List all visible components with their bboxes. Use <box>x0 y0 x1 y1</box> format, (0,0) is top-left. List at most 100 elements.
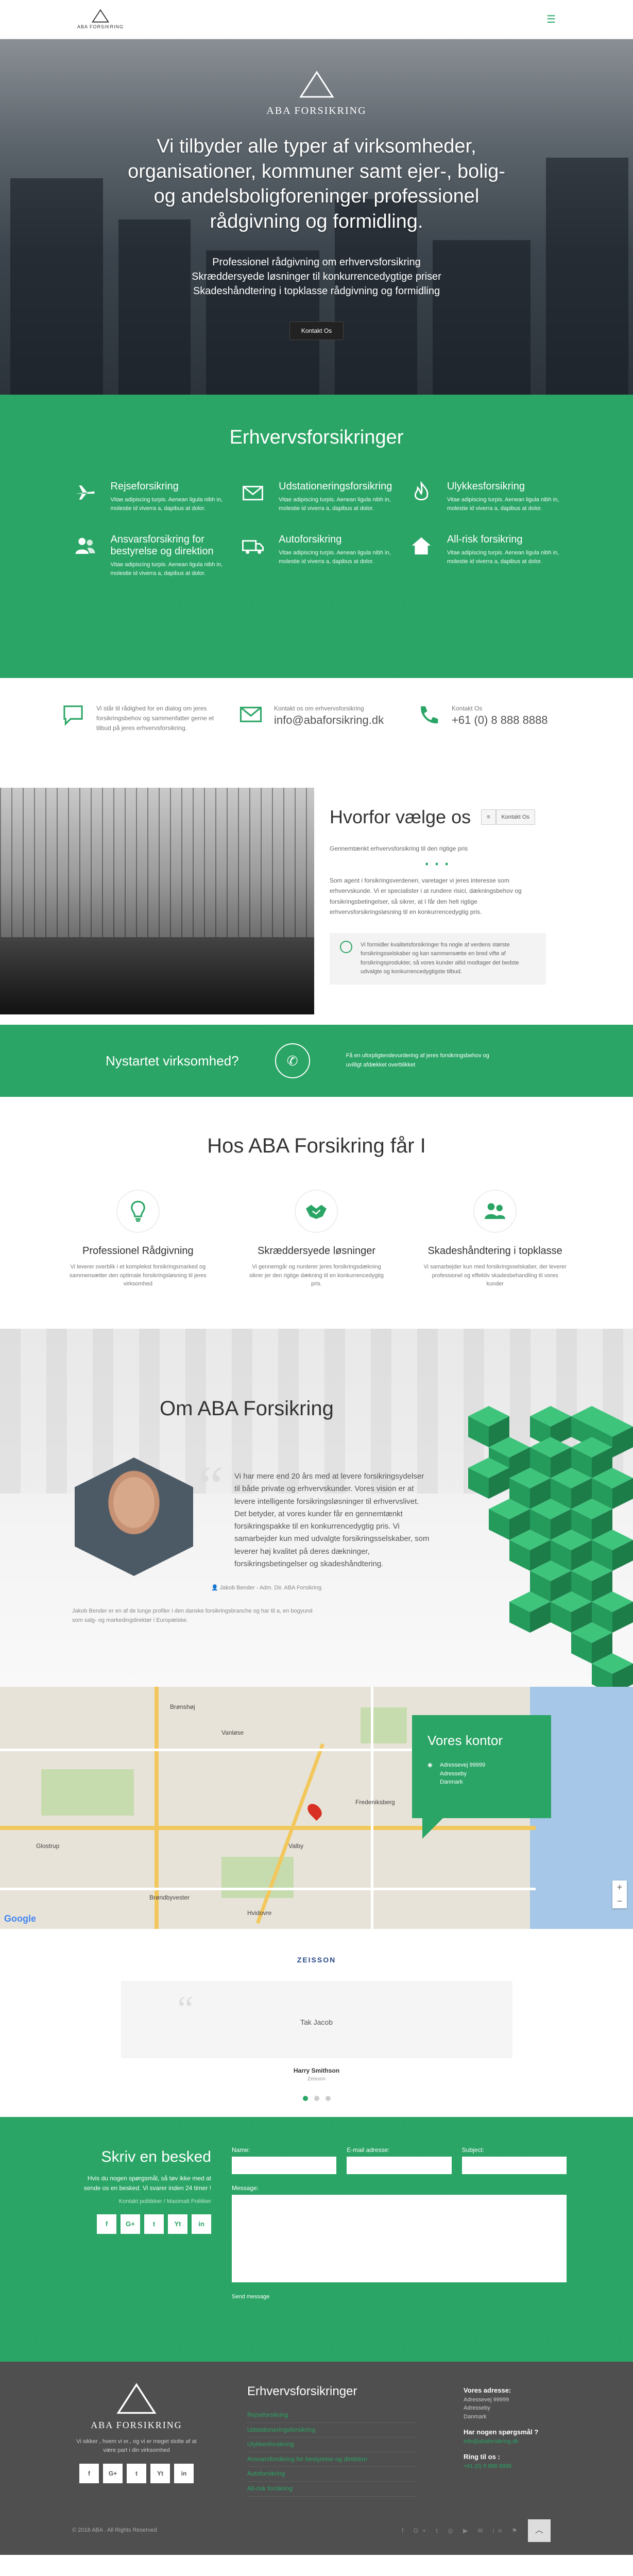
hero-contact-button[interactable]: Kontakt Os <box>289 321 344 340</box>
benefit-item: Skræddersyede løsninger Vi gennemgår og … <box>227 1190 406 1289</box>
footer-phone-title: Ring til os : <box>464 2453 500 2461</box>
service-item[interactable]: All-risk forsikring Vitae adipiscing turp… <box>406 534 564 578</box>
form-text: Hvis du nogen spørgsmål, så tøv ikke med… <box>83 2175 211 2192</box>
hero-logo-text: ABA FORSIKRING <box>266 105 367 116</box>
benefit-item: Professionel Rådgivning Vi leverer overb… <box>49 1190 228 1289</box>
contact-email[interactable]: info@abaforsikring.dk <box>274 714 384 727</box>
why-lead: Gennemtænkt erhvervsforsikring til den r… <box>330 845 468 852</box>
office-box: Vores kontor Adressevej 99999 Adresseby … <box>412 1715 551 1839</box>
email-input[interactable] <box>347 2157 452 2174</box>
service-item[interactable]: Ansvarsforsikring for bestyrelse og dire… <box>70 534 228 578</box>
zoom-out-button[interactable]: − <box>612 1894 627 1908</box>
testimonial-section: ZEISSON “ Tak Jacob Harry Smithson Zeiss… <box>0 1929 633 2117</box>
footer-tagline: Vi sikker , hvem vi er., og vi er meget … <box>76 2438 197 2453</box>
testimonial-card: “ Tak Jacob <box>121 1981 512 2058</box>
contact-text: Vi står til rådighed for en dialog om je… <box>96 705 214 732</box>
client-logo: ZEISSON <box>297 1956 336 1964</box>
map-pin-icon[interactable] <box>304 1801 325 1821</box>
why-body: Som agent i forsikringsverdenen, varetag… <box>330 877 522 916</box>
hamburger-icon[interactable]: ☰ <box>546 12 556 27</box>
chat-icon <box>63 705 83 726</box>
truck-icon <box>242 540 264 554</box>
form-policy-link[interactable]: Kontakt politikker / Maximalt Politiker <box>72 2197 211 2207</box>
copyright: © 2018 ABA . All Rights Reserved <box>72 2527 157 2533</box>
footer-logo-text: ABA FORSIKRING <box>91 2420 182 2430</box>
map-zoom-controls[interactable]: + − <box>612 1880 627 1908</box>
subject-label: Subject: <box>461 2146 485 2154</box>
quote-mark-icon: “ <box>198 1454 224 1517</box>
hero-line: Skræddersyede løsninger til konkurrenced… <box>192 270 441 282</box>
footer-address-title: Vores adresse: <box>464 2386 511 2394</box>
benefit-title: Skadeshåndtering i topklasse <box>427 1245 562 1257</box>
startup-title: Nystartet virksomhed? <box>106 1053 239 1069</box>
linkedin-icon[interactable]: in <box>174 2464 194 2483</box>
youtube-icon[interactable]: Yt <box>150 2464 170 2483</box>
services-title: Erhvervsforsikringer <box>229 427 404 448</box>
map-label: Valby <box>288 1842 304 1850</box>
service-item[interactable]: Rejseforsikring Vitae adipiscing turpis. … <box>70 481 228 513</box>
header-logo[interactable]: ABA FORSIKRING <box>77 8 124 31</box>
phone-icon[interactable]: ✆ <box>275 1043 310 1078</box>
hero-title: Vi tilbyder alle typer af virksomheder, … <box>128 135 505 232</box>
service-item[interactable]: Autoforsikring Vitae adipiscing turpis. A… <box>237 534 396 578</box>
benefit-title: Skræddersyede løsninger <box>257 1245 375 1257</box>
startup-text: Få en uforpligtendevurdering af jeres fo… <box>346 1053 489 1068</box>
carousel-dot[interactable] <box>302 2096 308 2101</box>
footer-icon-row[interactable]: f G+ t ◎ ▶ ✉ in ⚑ <box>402 2526 521 2535</box>
phone-icon <box>421 706 438 724</box>
message-textarea[interactable] <box>232 2195 567 2282</box>
footer-phone[interactable]: +61 (0) 8 888 8888 <box>464 2462 538 2471</box>
subject-input[interactable] <box>461 2157 567 2174</box>
carousel-dot[interactable] <box>325 2096 331 2101</box>
hero-line: Skadeshåndtering i topklasse rådgivning … <box>193 285 440 297</box>
why-menu-icon[interactable]: ≡ <box>481 809 496 825</box>
footer-menu-item[interactable]: Udstationeringsforsikring <box>247 2423 417 2438</box>
email-label: E-mail adresse: <box>347 2146 390 2154</box>
airplane-icon <box>75 485 94 500</box>
zoom-in-button[interactable]: + <box>612 1880 627 1894</box>
contact-text: Kontakt os om erhvervsforsikring <box>274 705 364 712</box>
service-item[interactable]: Ulykkesforsikring Vitae adipiscing turpis… <box>406 481 564 513</box>
service-title: Ansvarsforsikring for bestyrelse og dire… <box>110 534 214 557</box>
testimonial-name: Harry Smithson <box>293 2067 340 2074</box>
facebook-icon[interactable]: f <box>97 2214 116 2234</box>
youtube-icon[interactable]: Yt <box>168 2214 187 2234</box>
footer-social-links: f G+ t Yt in <box>72 2464 201 2483</box>
why-contact-button[interactable]: Kontakt Os <box>495 809 535 825</box>
twitter-icon[interactable]: t <box>144 2214 164 2234</box>
linkedin-icon[interactable]: in <box>192 2214 211 2234</box>
why-section: Hvorfor vælge os ≡ Kontakt Os Gennemtænkt … <box>0 788 633 1025</box>
footer-address: Adressevej 99999 Adresseby Danmark <box>464 2396 509 2420</box>
google-plus-icon[interactable]: G+ <box>121 2214 140 2234</box>
testimonial-text: Tak Jacob <box>300 2018 333 2026</box>
fire-icon <box>414 481 429 501</box>
facebook-icon[interactable]: f <box>79 2464 99 2483</box>
footer-menu-item[interactable]: Autoforsikring <box>247 2467 417 2482</box>
users-icon <box>75 538 95 554</box>
hero: ABA FORSIKRING Vi tilbyder alle typer af… <box>0 39 633 395</box>
footer-menu-item[interactable]: Rejseforsikring <box>247 2408 417 2423</box>
footer-menu-item[interactable]: Ulykkesforsikring <box>247 2437 417 2452</box>
why-image <box>0 788 314 1014</box>
home-icon <box>412 537 431 555</box>
envelope-icon <box>239 706 262 722</box>
carousel-dots <box>0 2096 633 2101</box>
twitter-icon[interactable]: t <box>127 2464 146 2483</box>
contact-item: Kontakt os om erhvervsforsikring info@aba… <box>238 704 395 788</box>
google-plus-icon[interactable]: G+ <box>103 2464 123 2483</box>
name-input[interactable] <box>232 2157 337 2174</box>
about-section: Om ABA Forsikring “ Vi har mere end 20 å… <box>0 1329 633 1687</box>
send-button[interactable]: Send message <box>232 2293 567 2301</box>
map-label: Glostrup <box>36 1842 60 1850</box>
footer-menu-item[interactable]: Ansvarsforsikring for bestyrelse og dire… <box>247 2452 417 2467</box>
service-item[interactable]: Udstationeringsforsikring Vitae adipiscin… <box>237 481 396 513</box>
service-title: Rejseforsikring <box>110 481 179 492</box>
footer-menu-item[interactable]: All-risk forsikring <box>247 2482 417 2497</box>
carousel-dot[interactable] <box>314 2096 319 2101</box>
scroll-top-button[interactable]: ︿ <box>528 2519 551 2542</box>
map[interactable]: Fredeniksberg Brøndbyvester Glostrup Hvi… <box>0 1687 633 1929</box>
benefit-text: Vi samarbejder kun med forsikringsselska… <box>423 1264 567 1287</box>
benefits-section: Hos ABA Forsikring får I Professionel Rå… <box>0 1097 633 1329</box>
footer-email[interactable]: info@abaforsikring.dk <box>464 2437 538 2446</box>
contact-phone[interactable]: +61 (0) 8 888 8888 <box>452 714 548 727</box>
